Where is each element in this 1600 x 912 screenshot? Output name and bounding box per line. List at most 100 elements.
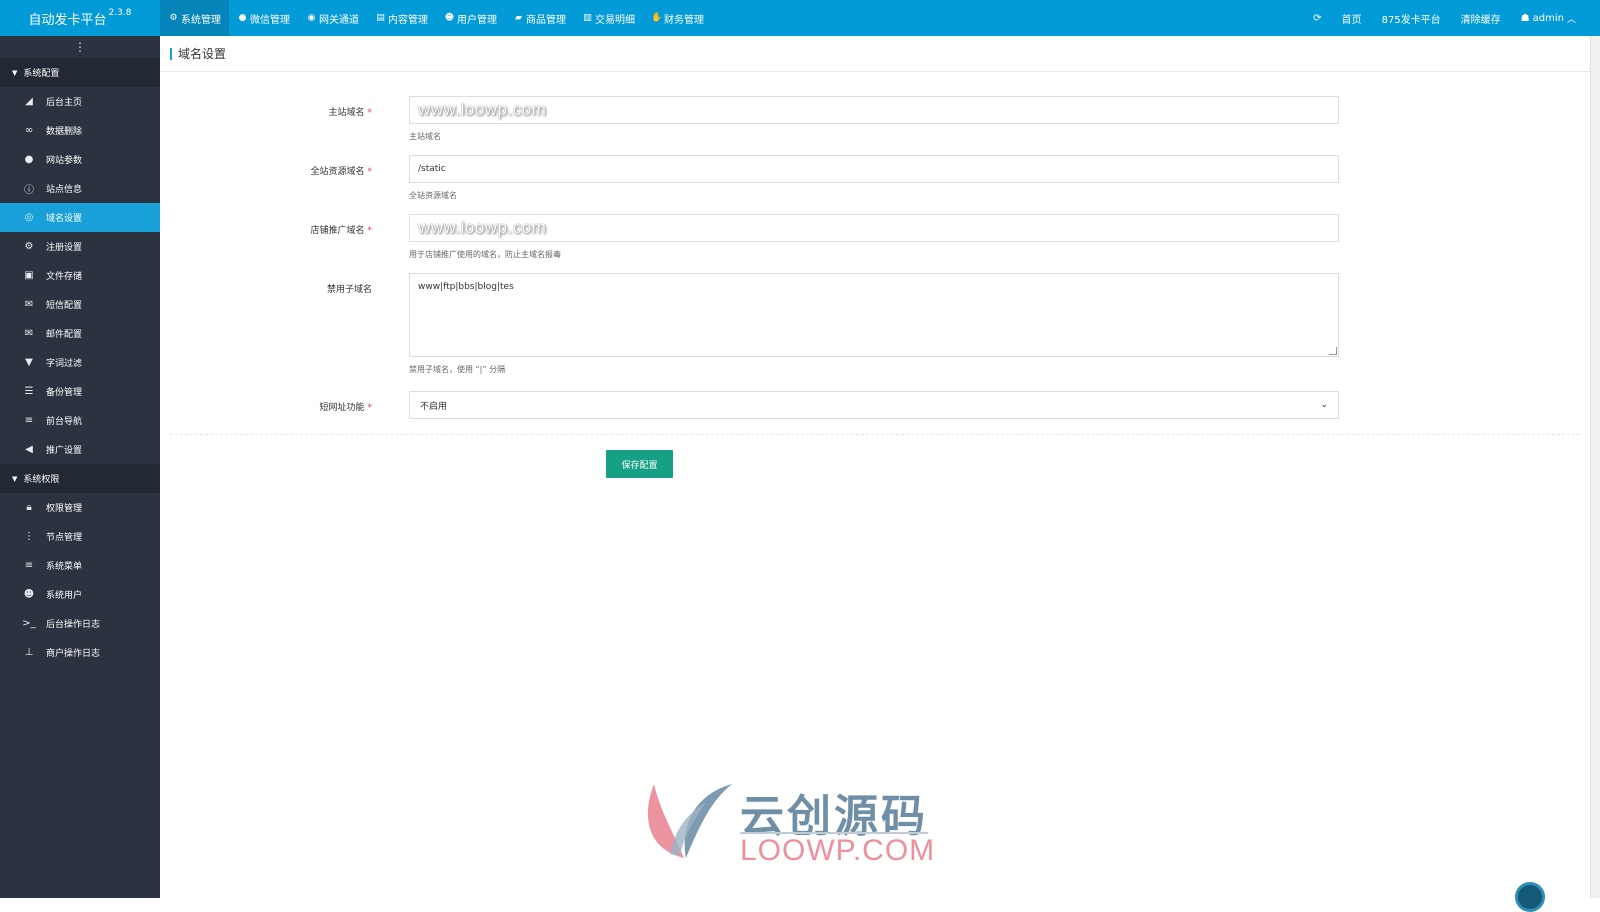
sidebar-item-label: 后台操作日志 bbox=[46, 620, 101, 630]
required-mark: * bbox=[367, 167, 373, 177]
clear-cache-link[interactable]: 清除缓存 bbox=[1451, 0, 1511, 36]
refresh-icon: ⟳ bbox=[1313, 12, 1322, 24]
select-value: 不启用 bbox=[420, 401, 448, 412]
sidebar-item-label: 系统用户 bbox=[46, 591, 83, 601]
sidebar-item-label: 前台导航 bbox=[46, 417, 83, 427]
sidebar-item-domain-settings[interactable]: ◎ 域名设置 bbox=[0, 203, 160, 232]
sidebar-item-system-users[interactable]: ☻ 系统用户 bbox=[0, 580, 160, 609]
static-domain-help: 全站资源域名 bbox=[409, 191, 457, 200]
disabled-subdomains-textarea[interactable]: www|ftp|bbs|blog|tes bbox=[409, 273, 1339, 357]
user-menu[interactable]: ☗ admin ︿ bbox=[1511, 0, 1586, 36]
wechat-icon: ● bbox=[238, 13, 247, 23]
page-title: 域名设置 bbox=[178, 47, 227, 61]
top-nav-gateway[interactable]: ◉ 网关通道 bbox=[298, 0, 367, 36]
home-link[interactable]: 首页 bbox=[1332, 0, 1372, 36]
shop-icon: ▰ bbox=[515, 13, 522, 23]
link-icon: ∞ bbox=[24, 125, 34, 136]
short-url-label: 短网址功能 * bbox=[319, 400, 372, 413]
sidebar-item-sms-config[interactable]: ✉ 短信配置 bbox=[0, 290, 160, 319]
sidebar-item-label: 商户操作日志 bbox=[46, 649, 101, 659]
main-domain-input[interactable]: www.loowp.com bbox=[409, 96, 1339, 124]
sidebar-item-admin-log[interactable]: >_ 后台操作日志 bbox=[0, 609, 160, 638]
sidebar-item-permissions[interactable]: 🔒︎ 权限管理 bbox=[0, 493, 160, 522]
top-navbar: 自动发卡平台 2.3.8 ⚙ 系统管理 ● 微信管理 ◉ 网关通道 ▤ 内容管理… bbox=[0, 0, 1600, 36]
shop-domain-input[interactable]: www.loowp.com bbox=[409, 214, 1339, 242]
top-nav-finance[interactable]: ✋ 财务管理 bbox=[643, 0, 712, 36]
required-mark: * bbox=[367, 226, 373, 236]
sidebar-item-label: 短信配置 bbox=[46, 301, 83, 311]
sidebar-group-system-permissions[interactable]: ▼ 系统权限 bbox=[0, 464, 160, 493]
user-name: admin bbox=[1532, 12, 1564, 24]
apple-icon: ● bbox=[24, 154, 34, 165]
main-domain-label: 主站域名 * bbox=[328, 105, 372, 118]
sidebar-item-nodes[interactable]: ⋮ 节点管理 bbox=[0, 522, 160, 551]
sidebar-item-front-nav[interactable]: ≡ 前台导航 bbox=[0, 406, 160, 435]
sidebar-group-system-config[interactable]: ▼ 系统配置 bbox=[0, 58, 160, 87]
sidebar-group-label: 系统权限 bbox=[23, 475, 60, 485]
top-nav-products[interactable]: ▰ 商品管理 bbox=[505, 0, 574, 36]
gear-icon: ⚙ bbox=[24, 241, 34, 252]
sidebar-item-label: 文件存储 bbox=[46, 272, 83, 282]
sidebar-item-file-storage[interactable]: ▣ 文件存储 bbox=[0, 261, 160, 290]
sidebar-item-label: 字词过滤 bbox=[46, 359, 83, 369]
sidebar-item-site-info[interactable]: ⓘ 站点信息 bbox=[0, 174, 160, 203]
form-divider bbox=[170, 434, 1580, 435]
sidebar-item-backup[interactable]: ☰ 备份管理 bbox=[0, 377, 160, 406]
sidebar-item-menus[interactable]: ≡ 系统菜单 bbox=[0, 551, 160, 580]
info-icon: ⓘ bbox=[24, 185, 34, 196]
sidebar-item-dashboard[interactable]: ◢ 后台主页 bbox=[0, 87, 160, 116]
short-url-select[interactable]: 不启用 ⌄ bbox=[409, 391, 1339, 419]
static-domain-input[interactable]: /static bbox=[409, 155, 1339, 183]
required-mark: * bbox=[367, 403, 373, 413]
sidebar-group-label: 系统配置 bbox=[23, 69, 60, 79]
chevron-up-icon: ︿ bbox=[1566, 14, 1576, 25]
caret-down-icon: ▼ bbox=[12, 474, 18, 483]
field-label-text: 主站域名 bbox=[328, 108, 365, 118]
sidebar-item-label: 站点信息 bbox=[46, 185, 83, 195]
top-nav-label: 财务管理 bbox=[664, 14, 704, 26]
top-nav-system[interactable]: ⚙ 系统管理 bbox=[160, 0, 229, 36]
sidebar-item-register-settings[interactable]: ⚙ 注册设置 bbox=[0, 232, 160, 261]
top-nav-users[interactable]: ☻ 用户管理 bbox=[436, 0, 505, 36]
floppy-icon: ▣ bbox=[24, 270, 34, 281]
top-nav-wechat[interactable]: ● 微信管理 bbox=[229, 0, 298, 36]
gear-icon: ⚙ bbox=[169, 13, 178, 23]
shop-domain-label: 店铺推广域名 * bbox=[310, 223, 372, 236]
scrollbar[interactable] bbox=[1590, 36, 1600, 898]
top-nav-label: 微信管理 bbox=[250, 14, 290, 26]
brand-logo[interactable]: 自动发卡平台 2.3.8 bbox=[0, 0, 160, 36]
bars-icon: ≡ bbox=[24, 415, 34, 426]
sidebar-item-site-params[interactable]: ● 网站参数 bbox=[0, 145, 160, 174]
users-icon: ☻ bbox=[444, 13, 455, 23]
top-nav-label: 交易明细 bbox=[595, 14, 635, 26]
field-label-text: 短网址功能 bbox=[319, 403, 365, 413]
page-header: 域名设置 bbox=[160, 36, 1600, 72]
chevron-down-icon: ⌄ bbox=[1320, 400, 1328, 410]
chat-bubble-icon[interactable] bbox=[1515, 882, 1545, 912]
sidebar-item-label: 节点管理 bbox=[46, 533, 83, 543]
sidebar-item-merchant-log[interactable]: ⊥ 商户操作日志 bbox=[0, 638, 160, 667]
field-label-text: 全站资源域名 bbox=[310, 167, 365, 177]
filter-icon: ▼ bbox=[25, 357, 33, 368]
top-nav-content[interactable]: ▤ 内容管理 bbox=[367, 0, 436, 36]
sidebar-toggle[interactable]: ⋮ bbox=[0, 36, 160, 58]
top-nav-trades[interactable]: ▥ 交易明细 bbox=[574, 0, 643, 36]
top-nav-label: 商品管理 bbox=[526, 14, 566, 26]
sidebar-item-word-filter[interactable]: ▼ 字词过滤 bbox=[0, 348, 160, 377]
sidebar-item-label: 域名设置 bbox=[46, 214, 83, 224]
top-nav-label: 用户管理 bbox=[457, 14, 497, 26]
top-nav-label: 网关通道 bbox=[319, 14, 359, 26]
sidebar-item-data-delete[interactable]: ∞ 数据删除 bbox=[0, 116, 160, 145]
refresh-button[interactable]: ⟳ bbox=[1303, 0, 1331, 36]
sidebar-item-promotion[interactable]: ◀ 推广设置 bbox=[0, 435, 160, 464]
sidebar-item-label: 推广设置 bbox=[46, 446, 83, 456]
globe-icon: ◎ bbox=[24, 212, 34, 223]
sidebar-item-label: 备份管理 bbox=[46, 388, 83, 398]
save-config-button[interactable]: 保存配置 bbox=[606, 450, 673, 478]
watermark-en-text: LOOWP.COM bbox=[740, 834, 936, 867]
resize-grip-icon[interactable] bbox=[1329, 347, 1337, 355]
site-link[interactable]: 875发卡平台 bbox=[1372, 0, 1451, 36]
title-accent bbox=[170, 47, 172, 60]
pin-icon: ⊥ bbox=[24, 647, 34, 658]
sidebar-item-mail-config[interactable]: ✉ 邮件配置 bbox=[0, 319, 160, 348]
